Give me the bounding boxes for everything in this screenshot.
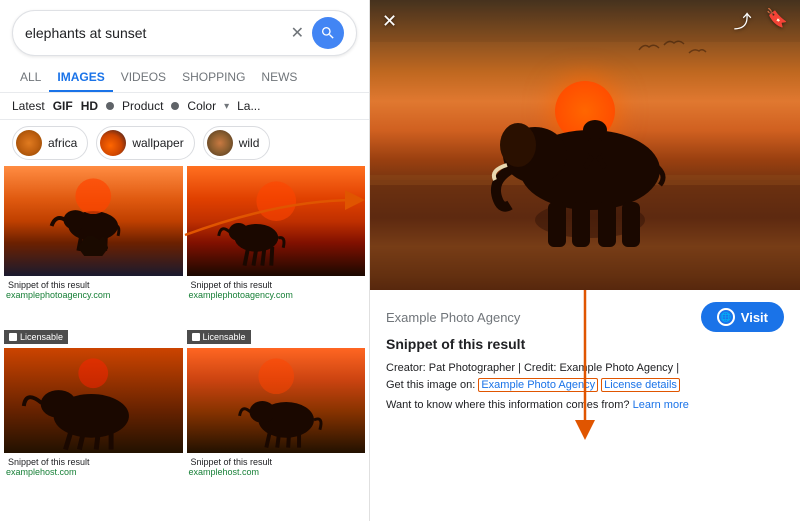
snippet-3: Snippet of this result examplehost.com — [4, 453, 183, 477]
main-elephant-scene — [370, 0, 800, 290]
pill-wild-img — [207, 130, 233, 156]
grid-item-1[interactable]: Licensable Snippet of this result exampl… — [4, 166, 183, 344]
pill-wallpaper-img — [100, 130, 126, 156]
agency-name: Example Photo Agency — [386, 310, 520, 325]
image-1 — [4, 166, 183, 276]
nav-tabs: ALL IMAGES VIDEOS SHOPPING NEWS — [0, 64, 369, 93]
snippet-2: Snippet of this result examplephotoagenc… — [187, 276, 366, 300]
snippet-url-4: examplehost.com — [189, 467, 364, 477]
tab-videos[interactable]: VIDEOS — [113, 64, 174, 92]
get-image-text: Get this image on: — [386, 379, 475, 391]
elephant-silhouette-3 — [4, 348, 183, 453]
image-4 — [187, 348, 366, 453]
snippet-url-2: examplephotoagency.com — [189, 290, 364, 300]
badge-icon-2 — [192, 333, 200, 341]
badge-text-1: Licensable — [20, 332, 63, 342]
pill-africa-label: africa — [48, 136, 77, 150]
pill-wild-label: wild — [239, 136, 260, 150]
filter-hd[interactable]: HD — [81, 99, 98, 113]
image-grid: Licensable Snippet of this result exampl… — [0, 166, 369, 521]
globe-icon: 🌐 — [717, 308, 735, 326]
search-input[interactable] — [25, 25, 291, 41]
tab-shopping[interactable]: SHOPPING — [174, 64, 253, 92]
license-link[interactable]: License details — [601, 378, 680, 392]
badge-licensable-2: Licensable — [187, 330, 251, 344]
meta-text: Creator: Pat Photographer | Credit: Exam… — [386, 360, 784, 393]
filter-latest[interactable]: Latest — [12, 99, 45, 113]
color-dot — [171, 102, 179, 110]
pill-wild[interactable]: wild — [203, 126, 271, 160]
color-chevron[interactable]: ▾ — [224, 101, 229, 112]
grid-item-4[interactable]: Snippet of this result examplehost.com — [187, 348, 366, 521]
filter-product[interactable]: Product — [122, 99, 163, 113]
snippet-4: Snippet of this result examplehost.com — [187, 453, 366, 477]
elephant-silhouette-2 — [187, 166, 366, 276]
filter-color[interactable]: Color — [187, 99, 216, 113]
app-container: ✕ ALL IMAGES VIDEOS SHOPPING NEWS Latest… — [0, 0, 800, 521]
snippet-url-3: examplehost.com — [6, 467, 181, 477]
filter-more[interactable]: La... — [237, 99, 260, 113]
snippet-label-1: Snippet of this result — [6, 278, 181, 290]
tab-all[interactable]: ALL — [12, 64, 49, 92]
snippet-url-1: examplephotoagency.com — [6, 290, 181, 300]
header-action-icons: ⤴ 🔖 — [734, 8, 788, 34]
snippet-label-3: Snippet of this result — [6, 455, 181, 467]
image-2 — [187, 166, 366, 276]
snippet-title: Snippet of this result — [386, 336, 784, 352]
close-icon[interactable]: ✕ — [291, 23, 304, 43]
grid-item-2[interactable]: Licensable Snippet of this result exampl… — [187, 166, 366, 344]
image-3 — [4, 348, 183, 453]
pill-africa-img — [16, 130, 42, 156]
right-image: ✕ ⤴ 🔖 — [370, 0, 800, 290]
pill-africa[interactable]: africa — [12, 126, 88, 160]
agency-link[interactable]: Example Photo Agency — [478, 378, 598, 392]
filter-gif[interactable]: GIF — [53, 99, 73, 113]
badge-licensable-1: Licensable — [4, 330, 68, 344]
search-button[interactable] — [312, 17, 344, 49]
learn-more-link[interactable]: Learn more — [633, 399, 689, 411]
agency-row: Example Photo Agency 🌐 Visit — [386, 302, 784, 332]
tab-news[interactable]: NEWS — [253, 64, 305, 92]
badge-text-2: Licensable — [203, 332, 246, 342]
pill-wallpaper-label: wallpaper — [132, 136, 183, 150]
share-icon[interactable]: ⤴ — [734, 8, 752, 34]
question-text: Want to know where this information come… — [386, 399, 630, 411]
right-panel: ✕ ⤴ 🔖 — [370, 0, 800, 521]
right-header: ✕ ⤴ 🔖 — [370, 0, 800, 42]
elephant-silhouette-4 — [187, 348, 366, 453]
visit-button[interactable]: 🌐 Visit — [701, 302, 784, 332]
filter-bar: Latest GIF HD Product Color ▾ La... — [0, 93, 369, 120]
product-dot — [106, 102, 114, 110]
right-info: Example Photo Agency 🌐 Visit Snippet of … — [370, 290, 800, 521]
tab-images[interactable]: IMAGES — [49, 64, 112, 92]
bookmark-icon[interactable]: 🔖 — [766, 8, 788, 34]
provenance-text: Want to know where this information come… — [386, 397, 784, 414]
search-bar[interactable]: ✕ — [12, 10, 357, 56]
snippet-label-2: Snippet of this result — [189, 278, 364, 290]
creator-credit: Creator: Pat Photographer | Credit: Exam… — [386, 362, 679, 374]
close-icon[interactable]: ✕ — [382, 11, 397, 32]
snippet-label-4: Snippet of this result — [189, 455, 364, 467]
elephant-silhouette-1 — [4, 166, 183, 276]
visit-label: Visit — [741, 310, 768, 325]
left-panel: ✕ ALL IMAGES VIDEOS SHOPPING NEWS Latest… — [0, 0, 370, 521]
pill-wallpaper[interactable]: wallpaper — [96, 126, 194, 160]
grid-item-3[interactable]: Snippet of this result examplehost.com — [4, 348, 183, 521]
badge-icon-1 — [9, 333, 17, 341]
snippet-1: Snippet of this result examplephotoagenc… — [4, 276, 183, 300]
pill-row: africa wallpaper wild — [0, 120, 369, 166]
